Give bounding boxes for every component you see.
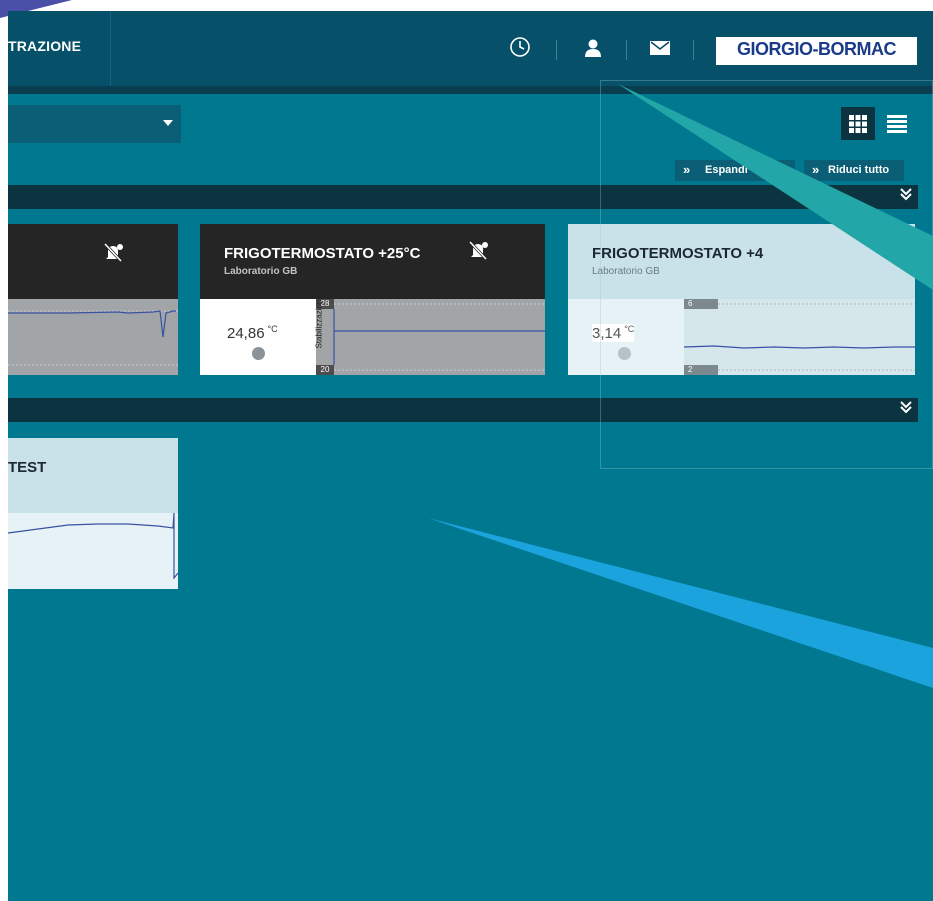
annotation-arrows <box>428 84 933 688</box>
